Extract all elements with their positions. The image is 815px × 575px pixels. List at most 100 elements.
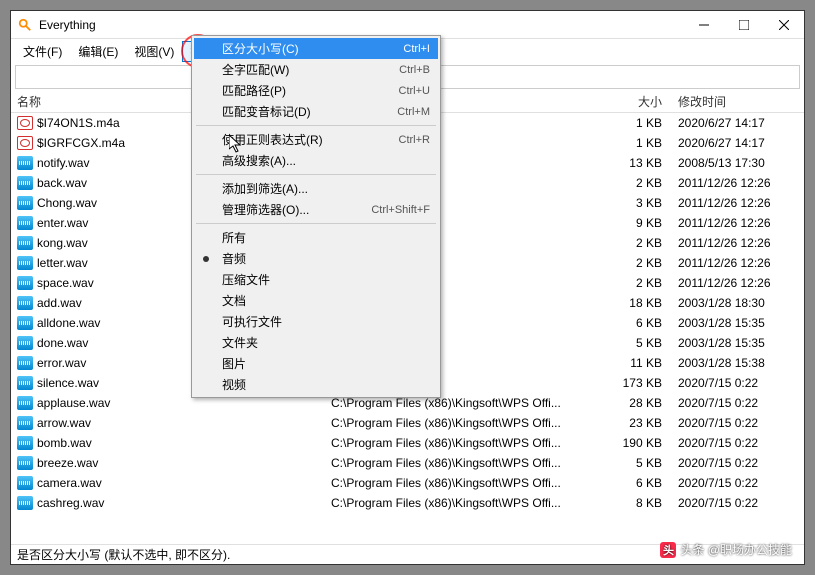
watermark-text: 头条 @职场办公技能 xyxy=(680,541,792,558)
wav-file-icon xyxy=(17,496,33,510)
menu-item-label: 所有 xyxy=(222,229,430,246)
file-name: alldone.wav xyxy=(37,316,100,330)
file-date: 2020/7/15 0:22 xyxy=(674,476,804,490)
menu-item-shortcut: Ctrl+I xyxy=(403,43,430,55)
file-date: 2020/6/27 14:17 xyxy=(674,116,804,130)
menu-dropdown-item[interactable]: 压缩文件 xyxy=(194,269,438,290)
header-size[interactable]: 大小 xyxy=(604,93,674,110)
menu-item-label: 匹配变音标记(D) xyxy=(222,103,397,120)
file-path: C:\Program Files (x86)\Kingsoft\WPS Offi… xyxy=(331,496,604,510)
file-size: 190 KB xyxy=(604,436,674,450)
menu-item-shortcut: Ctrl+M xyxy=(397,106,430,118)
file-row[interactable]: camera.wavC:\Program Files (x86)\Kingsof… xyxy=(11,473,804,493)
menu-item-label: 添加到筛选(A)... xyxy=(222,180,430,197)
menu-separator xyxy=(196,125,436,126)
menu-item-shortcut: Ctrl+U xyxy=(399,85,430,97)
file-name: camera.wav xyxy=(37,476,102,490)
file-name: cashreg.wav xyxy=(37,496,104,510)
minimize-button[interactable] xyxy=(684,11,724,39)
wav-file-icon xyxy=(17,336,33,350)
file-size: 6 KB xyxy=(604,476,674,490)
menu-item-label: 区分大小写(C) xyxy=(222,40,403,57)
menu-item-label: 视频 xyxy=(222,376,430,393)
menu-item-shortcut: Ctrl+Shift+F xyxy=(371,204,430,216)
file-date: 2008/5/13 17:30 xyxy=(674,156,804,170)
menu-separator xyxy=(196,174,436,175)
close-button[interactable] xyxy=(764,11,804,39)
menu-dropdown-item[interactable]: 文件夹 xyxy=(194,332,438,353)
menu-item-label: 可执行文件 xyxy=(222,313,430,330)
file-row[interactable]: bomb.wavC:\Program Files (x86)\Kingsoft\… xyxy=(11,433,804,453)
file-date: 2011/12/26 12:26 xyxy=(674,196,804,210)
m4a-file-icon xyxy=(17,136,33,150)
menu-dropdown-item[interactable]: 添加到筛选(A)... xyxy=(194,178,438,199)
file-size: 6 KB xyxy=(604,316,674,330)
file-size: 2 KB xyxy=(604,176,674,190)
wav-file-icon xyxy=(17,316,33,330)
file-size: 1 KB xyxy=(604,136,674,150)
app-window: Everything 文件(F)编辑(E)视图(V)搜索(S)书签(B)工具(T… xyxy=(10,10,805,565)
menu-item-shortcut: Ctrl+R xyxy=(399,134,430,146)
menu-dropdown-item[interactable]: 区分大小写(C)Ctrl+I xyxy=(194,38,438,59)
file-size: 3 KB xyxy=(604,196,674,210)
file-size: 2 KB xyxy=(604,256,674,270)
maximize-button[interactable] xyxy=(724,11,764,39)
file-size: 23 KB xyxy=(604,416,674,430)
menu-dropdown-item[interactable]: 匹配变音标记(D)Ctrl+M xyxy=(194,101,438,122)
wav-file-icon xyxy=(17,276,33,290)
wav-file-icon xyxy=(17,436,33,450)
file-name: notify.wav xyxy=(37,156,89,170)
file-name: enter.wav xyxy=(37,216,88,230)
menu-dropdown-item[interactable]: 高级搜索(A)... xyxy=(194,150,438,171)
file-date: 2003/1/28 18:30 xyxy=(674,296,804,310)
watermark: 头 头条 @职场办公技能 xyxy=(660,541,792,558)
window-title: Everything xyxy=(39,18,684,32)
m4a-file-icon xyxy=(17,116,33,130)
menu-dropdown-item[interactable]: 所有 xyxy=(194,227,438,248)
menu-dropdown-item[interactable]: 管理筛选器(O)...Ctrl+Shift+F xyxy=(194,199,438,220)
status-text: 是否区分大小写 (默认不选中, 即不区分). xyxy=(17,546,230,563)
menu-item[interactable]: 文件(F) xyxy=(15,41,70,62)
file-row[interactable]: breeze.wav C:\Program Files (x86)\Kingsof… xyxy=(11,453,804,473)
menu-dropdown-item[interactable]: 可执行文件 xyxy=(194,311,438,332)
menu-item[interactable]: 视图(V) xyxy=(126,41,182,62)
file-name: silence.wav xyxy=(37,376,99,390)
menu-dropdown-item[interactable]: 使用正则表达式(R)Ctrl+R xyxy=(194,129,438,150)
wav-file-icon xyxy=(17,416,33,430)
menu-item-label: 音频 xyxy=(222,250,430,267)
menu-dropdown-item[interactable]: 图片 xyxy=(194,353,438,374)
file-path: C:\Program Files (x86)\Kingsoft\WPS Offi… xyxy=(331,456,604,470)
wav-file-icon xyxy=(17,196,33,210)
menu-dropdown-item[interactable]: 视频 xyxy=(194,374,438,395)
file-date: 2011/12/26 12:26 xyxy=(674,216,804,230)
file-name: kong.wav xyxy=(37,236,88,250)
wav-file-icon xyxy=(17,376,33,390)
menu-dropdown-item[interactable]: 文档 xyxy=(194,290,438,311)
file-path: C:\Program Files (x86)\Kingsoft\WPS Offi… xyxy=(331,436,604,450)
file-date: 2011/12/26 12:26 xyxy=(674,276,804,290)
wav-file-icon xyxy=(17,476,33,490)
menu-item[interactable]: 编辑(E) xyxy=(70,41,126,62)
menu-dropdown-item[interactable]: 匹配路径(P)Ctrl+U xyxy=(194,80,438,101)
file-name: breeze.wav xyxy=(37,456,98,470)
file-date: 2020/7/15 0:22 xyxy=(674,396,804,410)
header-date[interactable]: 修改时间 xyxy=(674,93,804,110)
file-name: space.wav xyxy=(37,276,94,290)
file-size: 9 KB xyxy=(604,216,674,230)
file-name: error.wav xyxy=(37,356,86,370)
search-menu-dropdown: 区分大小写(C)Ctrl+I全字匹配(W)Ctrl+B匹配路径(P)Ctrl+U… xyxy=(191,35,441,398)
file-row[interactable]: cashreg.wav C:\Program Files (x86)\Kingso… xyxy=(11,493,804,513)
menu-dropdown-item[interactable]: 音频 xyxy=(194,248,438,269)
menu-item-label: 使用正则表达式(R) xyxy=(222,131,399,148)
file-name: Chong.wav xyxy=(37,196,97,210)
wav-file-icon xyxy=(17,236,33,250)
menu-dropdown-item[interactable]: 全字匹配(W)Ctrl+B xyxy=(194,59,438,80)
file-name: done.wav xyxy=(37,336,88,350)
wav-file-icon xyxy=(17,296,33,310)
watermark-icon: 头 xyxy=(660,542,676,558)
file-row[interactable]: arrow.wavC:\Program Files (x86)\Kingsoft… xyxy=(11,413,804,433)
menu-item-label: 管理筛选器(O)... xyxy=(222,201,371,218)
file-name: applause.wav xyxy=(37,396,110,410)
file-size: 18 KB xyxy=(604,296,674,310)
menu-separator xyxy=(196,223,436,224)
